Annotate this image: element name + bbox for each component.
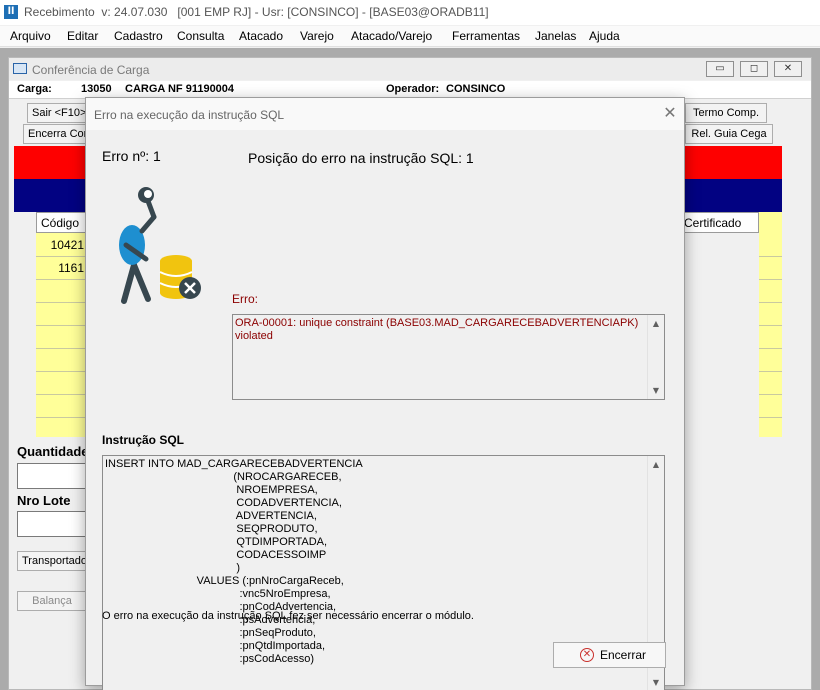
carga-label: Carga: — [17, 83, 52, 95]
rel-guia-cega-button[interactable]: Rel. Guia Cega — [685, 124, 773, 144]
grid-row-line — [36, 279, 90, 280]
menu-editar[interactable]: Editar — [67, 29, 98, 43]
grid-row-line — [36, 325, 90, 326]
nro-lote-input[interactable] — [17, 511, 87, 537]
dialog-body: Erro nº: 1 Posição do erro na instrução … — [86, 130, 684, 690]
menu-atacado[interactable]: Atacado — [239, 29, 283, 43]
grid-row-line — [759, 417, 782, 418]
menu-ajuda[interactable]: Ajuda — [589, 29, 620, 43]
app-title: Recebimento v: 24.07.030 [001 EMP RJ] - … — [24, 5, 489, 19]
quantidade-input[interactable] — [17, 463, 87, 489]
sair-button[interactable]: Sair <F10> — [27, 103, 87, 123]
app-logo-icon: ll — [4, 5, 18, 19]
dialog-title: Erro na execução da instrução SQL — [94, 108, 285, 122]
instrucao-sql-label: Instrução SQL — [102, 433, 185, 447]
inner-window-title: Conferência de Carga — [32, 63, 150, 77]
carga-number: 13050 — [81, 83, 112, 95]
grid-row-line — [759, 302, 782, 303]
scroll-down-icon[interactable]: ▼ — [648, 674, 664, 690]
sql-error-dialog: Erro na execução da instrução SQL ✕ Erro… — [85, 97, 685, 690]
menu-janelas[interactable]: Janelas — [535, 29, 576, 43]
transportador-button[interactable]: Transportador — [17, 551, 87, 571]
erro-numero: Erro nº: 1 — [102, 148, 161, 164]
encerra-conf-button[interactable]: Encerra Conf — [23, 124, 87, 144]
grid-row-line — [759, 348, 782, 349]
operador-label: Operador: — [386, 83, 440, 95]
erro-text: ORA-00001: unique constraint (BASE03.MAD… — [235, 317, 639, 342]
grid-row-line — [759, 371, 782, 372]
restore-button[interactable]: ◻ — [740, 61, 768, 77]
scroll-up-icon[interactable]: ▲ — [648, 456, 664, 473]
grid-cell-codigo-1[interactable]: 10421 — [36, 238, 84, 252]
grid-row-line — [759, 256, 782, 257]
scroll-up-icon[interactable]: ▲ — [648, 315, 664, 332]
balanca-button[interactable]: Balança — [17, 591, 87, 611]
posicao-erro: Posição do erro na instrução SQL: 1 — [248, 150, 474, 166]
menu-varejo[interactable]: Varejo — [300, 29, 334, 43]
close-circle-icon: ✕ — [580, 648, 594, 662]
erro-scrollbar[interactable]: ▲ ▼ — [647, 315, 664, 399]
dialog-close-button[interactable]: ✕ — [662, 105, 678, 121]
quantidade-label: Quantidade — [17, 444, 89, 459]
menu-atacado-varejo[interactable]: Atacado/Varejo — [351, 29, 432, 43]
menu-bar: Arquivo Editar Cadastro Consulta Atacado… — [0, 26, 820, 47]
encerrar-button[interactable]: ✕ Encerrar — [553, 642, 666, 668]
grid-row-line — [759, 279, 782, 280]
error-message: O erro na execução da instrução SQL fez … — [102, 610, 474, 622]
minimize-button[interactable]: ▭ — [706, 61, 734, 77]
erro-label: Erro: — [232, 292, 259, 306]
grid-row-line — [36, 371, 90, 372]
termo-comp-button[interactable]: Termo Comp. — [685, 103, 767, 123]
nro-lote-label: Nro Lote — [17, 493, 71, 508]
sql-text: INSERT INTO MAD_CARGARECEBADVERTENCIA (N… — [105, 458, 363, 665]
operador-value: CONSINCO — [446, 83, 506, 95]
window-form-icon — [13, 63, 27, 74]
grid-row-line — [36, 256, 90, 257]
encerrar-label: Encerrar — [600, 648, 647, 662]
grid-row-line — [759, 394, 782, 395]
grid-row-line — [36, 348, 90, 349]
menu-arquivo[interactable]: Arquivo — [10, 29, 51, 43]
menu-cadastro[interactable]: Cadastro — [114, 29, 163, 43]
menu-ferramentas[interactable]: Ferramentas — [452, 29, 520, 43]
carga-description: CARGA NF 91190004 — [125, 83, 235, 95]
grid-cell-codigo-2[interactable]: 1161 — [36, 261, 84, 275]
scroll-down-icon[interactable]: ▼ — [648, 382, 664, 399]
app-titlebar: ll Recebimento v: 24.07.030 [001 EMP RJ]… — [0, 0, 820, 25]
dialog-titlebar: Erro na execução da instrução SQL ✕ — [86, 98, 684, 130]
close-window-button[interactable]: ✕ — [774, 61, 802, 77]
grid-row-line — [36, 417, 90, 418]
error-figure-illustration-icon — [119, 187, 201, 304]
grid-row-line — [759, 325, 782, 326]
grid-row-line — [36, 394, 90, 395]
grid-header-codigo[interactable]: Código — [36, 212, 90, 233]
inner-window-titlebar: Conferência de Carga ▭ ◻ ✕ — [9, 58, 811, 80]
erro-memo[interactable]: ORA-00001: unique constraint (BASE03.MAD… — [232, 314, 665, 400]
grid-row-line — [36, 302, 90, 303]
menu-consulta[interactable]: Consulta — [177, 29, 224, 43]
grid-header-certificado[interactable]: Certificado — [679, 212, 759, 233]
